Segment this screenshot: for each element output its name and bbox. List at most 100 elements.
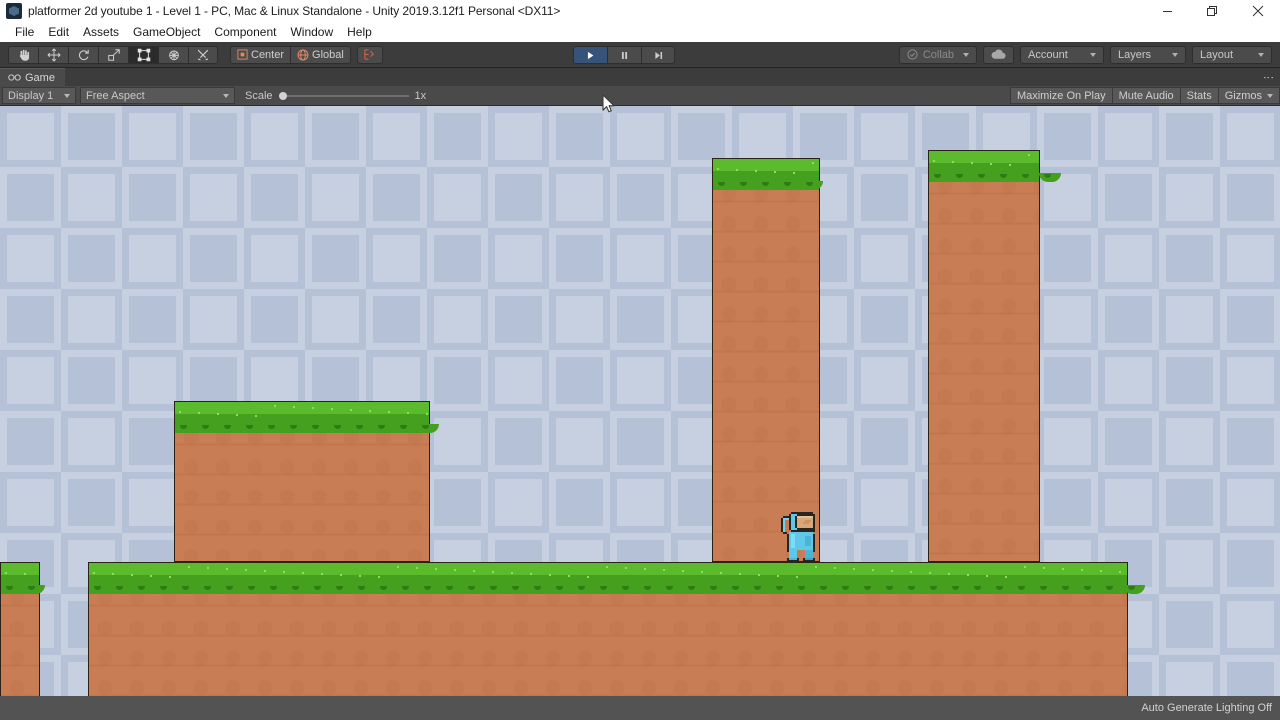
transform-tool[interactable] <box>158 45 188 64</box>
menu-item-help[interactable]: Help <box>340 22 379 42</box>
background-tile <box>122 228 183 289</box>
background-tile <box>854 106 915 167</box>
view-options-kebab-icon[interactable]: ⋮ <box>1262 72 1274 83</box>
game-view-canvas[interactable] <box>0 106 1280 696</box>
layout-button[interactable]: Layout <box>1192 45 1272 64</box>
display-dropdown[interactable]: Display 1 <box>2 87 76 104</box>
maximize-on-play-button[interactable]: Maximize On Play <box>1009 87 1112 104</box>
menu-item-file[interactable]: File <box>8 22 41 42</box>
cloud-button[interactable] <box>983 45 1014 64</box>
background-tile <box>854 472 915 533</box>
restore-icon[interactable] <box>1190 0 1235 22</box>
background-tile <box>488 289 549 350</box>
layout-label: Layout <box>1200 48 1234 61</box>
tab-game[interactable]: Game <box>0 67 65 87</box>
custom-editor-tool[interactable] <box>188 45 218 64</box>
layers-button[interactable]: Layers <box>1110 45 1186 64</box>
background-tile <box>427 350 488 411</box>
background-tile <box>1159 350 1220 411</box>
grass-bumps <box>713 181 823 190</box>
background-tile <box>854 350 915 411</box>
collab-button[interactable]: Collab <box>898 45 977 64</box>
background-tile <box>1098 472 1159 533</box>
pause-button[interactable] <box>607 46 641 64</box>
scale-tool[interactable] <box>98 45 128 64</box>
playback-controls <box>573 46 675 64</box>
background-tile <box>0 472 61 533</box>
background-tile <box>366 228 427 289</box>
background-tile <box>244 167 305 228</box>
play-button[interactable] <box>573 46 607 64</box>
grid-snap-icon[interactable] <box>356 45 383 64</box>
background-tile <box>1037 411 1098 472</box>
grass-top <box>89 563 1127 585</box>
background-tile <box>1098 167 1159 228</box>
chevron-down-icon <box>963 52 969 57</box>
background-tile <box>610 289 671 350</box>
background-tile <box>183 106 244 167</box>
rotate-tool[interactable] <box>68 45 98 64</box>
background-tile <box>1098 289 1159 350</box>
background-tile <box>1220 228 1280 289</box>
background-tile <box>1220 167 1280 228</box>
background-tile <box>854 228 915 289</box>
background-tile <box>854 289 915 350</box>
menu-item-assets[interactable]: Assets <box>76 22 126 42</box>
gizmos-button[interactable]: Gizmos <box>1217 87 1280 104</box>
pivot-mode-button[interactable]: Center <box>230 45 291 64</box>
mute-audio-button[interactable]: Mute Audio <box>1111 87 1180 104</box>
background-tile <box>61 472 122 533</box>
account-button[interactable]: Account <box>1020 45 1104 64</box>
background-tile <box>1159 411 1220 472</box>
layers-label: Layers <box>1118 48 1152 61</box>
background-tile <box>1098 350 1159 411</box>
scale-slider-knob[interactable] <box>278 91 287 100</box>
background-tile <box>366 106 427 167</box>
background-tile <box>0 289 61 350</box>
move-tool[interactable] <box>38 45 68 64</box>
background-tile <box>1220 594 1280 655</box>
close-icon[interactable] <box>1235 0 1280 22</box>
rect-transform-tool[interactable] <box>128 45 158 64</box>
hand-tool[interactable] <box>8 45 38 64</box>
menu-bar: File Edit Assets GameObject Component Wi… <box>0 22 1280 42</box>
background-tile <box>610 472 671 533</box>
background-tile <box>61 411 122 472</box>
step-button[interactable] <box>641 46 675 64</box>
grass-top <box>929 151 1039 173</box>
background-tile <box>1037 228 1098 289</box>
aspect-label: Free Aspect <box>86 89 145 102</box>
background-tile <box>1159 106 1220 167</box>
background-tile <box>183 167 244 228</box>
unity-icon <box>6 3 22 19</box>
menu-item-component[interactable]: Component <box>207 22 283 42</box>
menu-item-window[interactable]: Window <box>283 22 340 42</box>
stats-label: Stats <box>1186 89 1212 102</box>
background-tile <box>1037 106 1098 167</box>
aspect-ratio-dropdown[interactable]: Free Aspect <box>80 87 235 104</box>
background-tile <box>61 228 122 289</box>
background-tile <box>610 167 671 228</box>
game-view-toolbar: Display 1 Free Aspect Scale 1x Maximize … <box>0 86 1280 106</box>
background-tile <box>549 106 610 167</box>
background-tile <box>305 106 366 167</box>
space-mode-button[interactable]: Global <box>290 45 351 64</box>
maximize-on-play-label: Maximize On Play <box>1016 89 1106 102</box>
background-tile <box>1037 472 1098 533</box>
chevron-down-icon <box>1267 93 1273 98</box>
menu-item-gameobject[interactable]: GameObject <box>126 22 207 42</box>
stats-button[interactable]: Stats <box>1179 87 1218 104</box>
grass-top <box>1 563 39 585</box>
background-tile <box>427 167 488 228</box>
minimize-icon[interactable] <box>1145 0 1190 22</box>
background-tile <box>1159 594 1220 655</box>
scale-slider[interactable] <box>278 89 409 103</box>
background-tile <box>183 289 244 350</box>
pillar-right <box>928 150 1061 562</box>
background-tile <box>488 167 549 228</box>
main-toolbar: Center Global Collab Account Layers Layo… <box>0 42 1280 68</box>
background-tile <box>1159 655 1220 696</box>
window-controls <box>1145 0 1280 22</box>
background-tile <box>610 411 671 472</box>
menu-item-edit[interactable]: Edit <box>41 22 76 42</box>
